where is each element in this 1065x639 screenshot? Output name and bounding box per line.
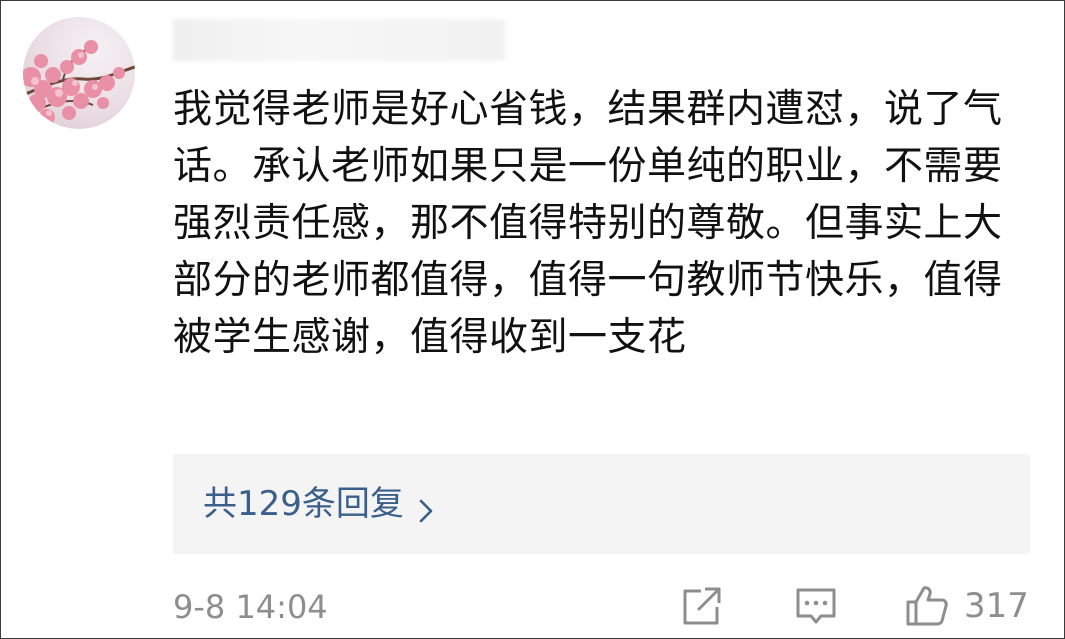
- comment-text: 我觉得老师是好心省钱，结果群内遭怼，说了气话。承认老师如果只是一份单纯的职业，不…: [173, 87, 1003, 360]
- share-button[interactable]: [679, 583, 723, 629]
- reply-button[interactable]: [794, 583, 838, 629]
- comment-timestamp: 9-8 14:04: [173, 588, 328, 626]
- comment-card: 我觉得老师是好心省钱，结果群内遭怼，说了气话。承认老师如果只是一份单纯的职业，不…: [0, 0, 1065, 639]
- share-icon: [679, 585, 723, 627]
- cherry-blossom-avatar-image: [23, 40, 135, 125]
- like-count: 317: [964, 586, 1029, 626]
- replies-panel: 共129条回复: [173, 454, 1030, 554]
- view-replies-link[interactable]: 共129条回复: [203, 482, 434, 526]
- comment-icon: [794, 585, 838, 627]
- avatar[interactable]: [23, 17, 135, 129]
- thumbs-up-icon: [904, 584, 950, 628]
- replies-count-label: 共129条回复: [203, 484, 404, 524]
- username-redacted[interactable]: [173, 19, 505, 61]
- chevron-right-icon: [418, 491, 434, 523]
- like-button[interactable]: 317: [904, 583, 1029, 629]
